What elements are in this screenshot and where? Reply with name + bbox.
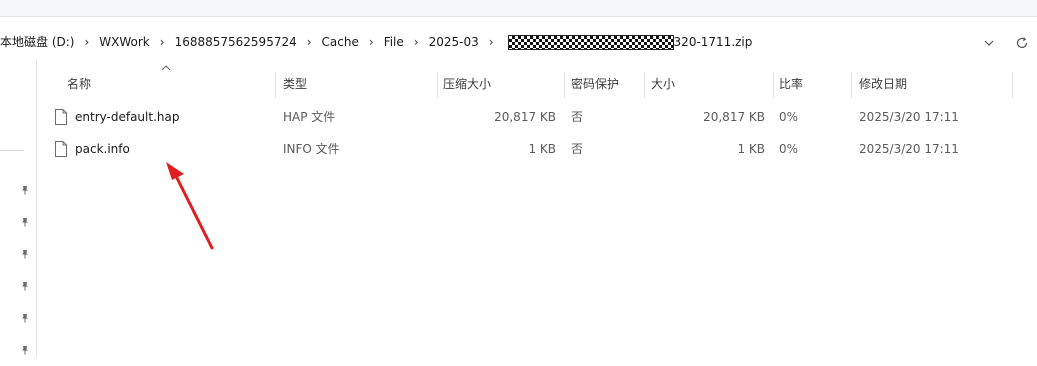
breadcrumb-cache[interactable]: Cache (318, 28, 363, 56)
file-size: 20,817 KB (703, 110, 765, 124)
column-resize-handle[interactable] (851, 72, 852, 98)
column-header-row: 名称 类型 压缩大小 密码保护 大小 比率 修改日期 (37, 65, 1013, 100)
column-resize-handle[interactable] (437, 72, 438, 98)
column-header-compressed-size[interactable]: 压缩大小 (443, 68, 491, 100)
breadcrumb-zip-name[interactable]: 320-1711.zip (674, 28, 753, 56)
file-ratio: 0% (779, 142, 799, 156)
pin-icon (22, 250, 28, 259)
file-name[interactable]: entry-default.hap (75, 101, 179, 133)
column-resize-handle[interactable] (275, 72, 276, 98)
file-password-protected: 否 (571, 142, 584, 156)
file-compressed-size: 20,817 KB (494, 110, 556, 124)
column-header-name[interactable]: 名称 (67, 68, 91, 100)
breadcrumb-separator[interactable]: › (408, 28, 425, 56)
column-header-size[interactable]: 大小 (651, 68, 675, 100)
quick-access-pin-1[interactable] (14, 174, 36, 206)
file-row[interactable]: entry-default.hap HAP 文件 20,817 KB 否 20,… (37, 101, 1013, 133)
redacted-filename (507, 34, 674, 50)
quick-access-pin-2[interactable] (14, 206, 36, 238)
pin-icon (22, 218, 28, 227)
quick-access-pin-5[interactable] (14, 302, 36, 334)
breadcrumb-separator[interactable]: › (78, 28, 95, 56)
file-password-protected: 否 (571, 110, 584, 124)
breadcrumb-month[interactable]: 2025-03 (425, 28, 483, 56)
pin-icon (22, 186, 28, 195)
column-header-type[interactable]: 类型 (283, 68, 307, 100)
breadcrumb-separator[interactable]: › (363, 28, 380, 56)
breadcrumb-user-id[interactable]: 1688857562595724 (171, 28, 301, 56)
file-row[interactable]: pack.info INFO 文件 1 KB 否 1 KB 0% 2025/3/… (37, 133, 1013, 165)
chevron-down-icon (984, 40, 994, 46)
quick-access-pins (14, 174, 36, 366)
quick-access-pin-3[interactable] (14, 238, 36, 270)
nav-divider (0, 150, 24, 151)
file-modified: 2025/3/20 17:11 (859, 110, 959, 124)
quick-access-pin-4[interactable] (14, 270, 36, 302)
address-bar[interactable]: 本地磁盘 (D:) › WXWork › 1688857562595724 › … (0, 28, 972, 56)
file-ratio: 0% (779, 110, 799, 124)
column-resize-handle[interactable] (1012, 72, 1013, 98)
quick-access-pin-6[interactable] (14, 334, 36, 366)
column-resize-handle[interactable] (644, 72, 645, 98)
pin-icon (22, 282, 28, 291)
file-icon (55, 109, 67, 125)
column-resize-handle[interactable] (564, 72, 565, 98)
sort-ascending-icon (161, 65, 171, 71)
column-resize-handle[interactable] (773, 72, 774, 98)
column-header-ratio[interactable]: 比率 (779, 68, 803, 100)
column-header-modified[interactable]: 修改日期 (859, 68, 907, 100)
address-history-button[interactable] (978, 30, 1000, 56)
file-compressed-size: 1 KB (528, 142, 556, 156)
file-name[interactable]: pack.info (75, 133, 130, 165)
breadcrumb-separator[interactable]: › (154, 28, 171, 56)
file-modified: 2025/3/20 17:11 (859, 142, 959, 156)
breadcrumb-separator[interactable]: › (483, 28, 500, 56)
breadcrumb-wxwork[interactable]: WXWork (95, 28, 153, 56)
breadcrumb-separator[interactable]: › (301, 28, 318, 56)
pin-icon (22, 314, 28, 323)
refresh-button[interactable] (1010, 30, 1034, 56)
file-type: INFO 文件 (283, 142, 340, 156)
column-header-password[interactable]: 密码保护 (571, 68, 619, 100)
file-icon (55, 141, 67, 157)
pin-icon (22, 346, 28, 355)
refresh-icon (1016, 37, 1028, 49)
file-size: 1 KB (737, 142, 765, 156)
breadcrumb-file[interactable]: File (380, 28, 408, 56)
file-type: HAP 文件 (283, 110, 336, 124)
title-strip (0, 0, 1037, 17)
breadcrumb-drive[interactable]: 本地磁盘 (D:) (0, 28, 78, 56)
